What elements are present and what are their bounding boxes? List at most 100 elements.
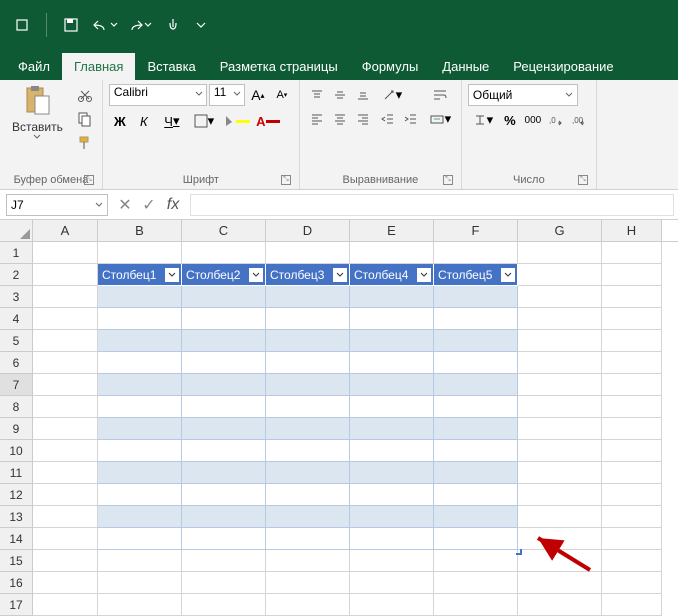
- cell[interactable]: [518, 352, 602, 374]
- cell[interactable]: [434, 242, 518, 264]
- row-header[interactable]: 10: [0, 440, 33, 462]
- cell[interactable]: [434, 484, 518, 506]
- cell[interactable]: [33, 572, 98, 594]
- cell[interactable]: [33, 418, 98, 440]
- cell[interactable]: [266, 484, 350, 506]
- cell[interactable]: [266, 374, 350, 396]
- decrease-font-button[interactable]: A▾: [271, 84, 293, 106]
- decrease-decimal-button[interactable]: ,00: [568, 109, 590, 131]
- cell[interactable]: [518, 594, 602, 616]
- col-header[interactable]: E: [350, 220, 434, 241]
- row-header[interactable]: 3: [0, 286, 33, 308]
- cell[interactable]: [602, 440, 662, 462]
- cut-button[interactable]: [74, 84, 96, 106]
- row-header[interactable]: 11: [0, 462, 33, 484]
- tab-insert[interactable]: Вставка: [135, 53, 207, 80]
- row-header[interactable]: 17: [0, 594, 33, 616]
- dialog-launcher[interactable]: ⤡: [443, 175, 453, 185]
- cell[interactable]: [182, 242, 266, 264]
- cell[interactable]: [33, 528, 98, 550]
- cell[interactable]: [350, 242, 434, 264]
- cell[interactable]: [182, 418, 266, 440]
- cell[interactable]: Столбец4: [350, 264, 434, 286]
- row-header[interactable]: 13: [0, 506, 33, 528]
- decrease-indent-button[interactable]: [377, 108, 399, 130]
- font-name-select[interactable]: Calibri: [109, 84, 207, 106]
- cell[interactable]: [434, 572, 518, 594]
- cell[interactable]: [602, 352, 662, 374]
- tab-formulas[interactable]: Формулы: [350, 53, 431, 80]
- cell[interactable]: [98, 572, 182, 594]
- filter-button[interactable]: [417, 268, 431, 282]
- cell[interactable]: [350, 484, 434, 506]
- row-header[interactable]: 12: [0, 484, 33, 506]
- cell[interactable]: [266, 462, 350, 484]
- tab-page-layout[interactable]: Разметка страницы: [208, 53, 350, 80]
- cell[interactable]: [182, 528, 266, 550]
- name-box[interactable]: J7: [6, 194, 108, 216]
- cell[interactable]: [518, 418, 602, 440]
- select-all-button[interactable]: [0, 220, 33, 241]
- cell[interactable]: [33, 550, 98, 572]
- control-menu[interactable]: [8, 11, 36, 39]
- cell[interactable]: [182, 440, 266, 462]
- bold-button[interactable]: Ж: [109, 110, 131, 132]
- cell[interactable]: [182, 550, 266, 572]
- cell[interactable]: [602, 242, 662, 264]
- cell[interactable]: [33, 330, 98, 352]
- tab-review[interactable]: Рецензирование: [501, 53, 625, 80]
- cell[interactable]: [33, 506, 98, 528]
- cell[interactable]: [98, 396, 182, 418]
- cancel-button[interactable]: ✕: [114, 194, 136, 216]
- cell[interactable]: [266, 396, 350, 418]
- cell[interactable]: [602, 418, 662, 440]
- cell[interactable]: [518, 242, 602, 264]
- cell[interactable]: [98, 286, 182, 308]
- cell[interactable]: [266, 418, 350, 440]
- table-resize-handle[interactable]: [516, 549, 522, 555]
- align-center-button[interactable]: [329, 108, 351, 130]
- enter-button[interactable]: ✓: [138, 194, 160, 216]
- cell[interactable]: [182, 352, 266, 374]
- cell[interactable]: Столбец2: [182, 264, 266, 286]
- cell[interactable]: [350, 286, 434, 308]
- cell[interactable]: [518, 308, 602, 330]
- cell[interactable]: [266, 550, 350, 572]
- cell[interactable]: [266, 440, 350, 462]
- save-button[interactable]: [57, 11, 85, 39]
- cell[interactable]: [182, 374, 266, 396]
- cell[interactable]: [33, 286, 98, 308]
- filter-button[interactable]: [501, 268, 515, 282]
- cell[interactable]: [350, 440, 434, 462]
- cell[interactable]: [434, 506, 518, 528]
- qat-customize[interactable]: [193, 11, 209, 39]
- cell[interactable]: [33, 308, 98, 330]
- align-top-button[interactable]: [306, 84, 328, 106]
- paste-button[interactable]: Вставить: [6, 84, 69, 142]
- align-left-button[interactable]: [306, 108, 328, 130]
- cell[interactable]: [350, 506, 434, 528]
- col-header[interactable]: H: [602, 220, 662, 241]
- cell[interactable]: [518, 330, 602, 352]
- font-size-select[interactable]: 11: [209, 84, 245, 106]
- cell[interactable]: [350, 374, 434, 396]
- italic-button[interactable]: К: [133, 110, 155, 132]
- row-header[interactable]: 16: [0, 572, 33, 594]
- increase-decimal-button[interactable]: ,0: [545, 109, 567, 131]
- cell[interactable]: [434, 418, 518, 440]
- cell[interactable]: [602, 330, 662, 352]
- merge-button[interactable]: ▾: [425, 108, 455, 130]
- cell[interactable]: [434, 462, 518, 484]
- cell[interactable]: Столбец5: [434, 264, 518, 286]
- row-header[interactable]: 7: [0, 374, 33, 396]
- col-header[interactable]: B: [98, 220, 182, 241]
- tab-data[interactable]: Данные: [430, 53, 501, 80]
- cell[interactable]: [33, 242, 98, 264]
- cell[interactable]: [98, 440, 182, 462]
- cell[interactable]: [98, 484, 182, 506]
- format-painter-button[interactable]: [74, 132, 96, 154]
- cell[interactable]: [602, 308, 662, 330]
- cell[interactable]: [33, 396, 98, 418]
- col-header[interactable]: G: [518, 220, 602, 241]
- cell[interactable]: [98, 352, 182, 374]
